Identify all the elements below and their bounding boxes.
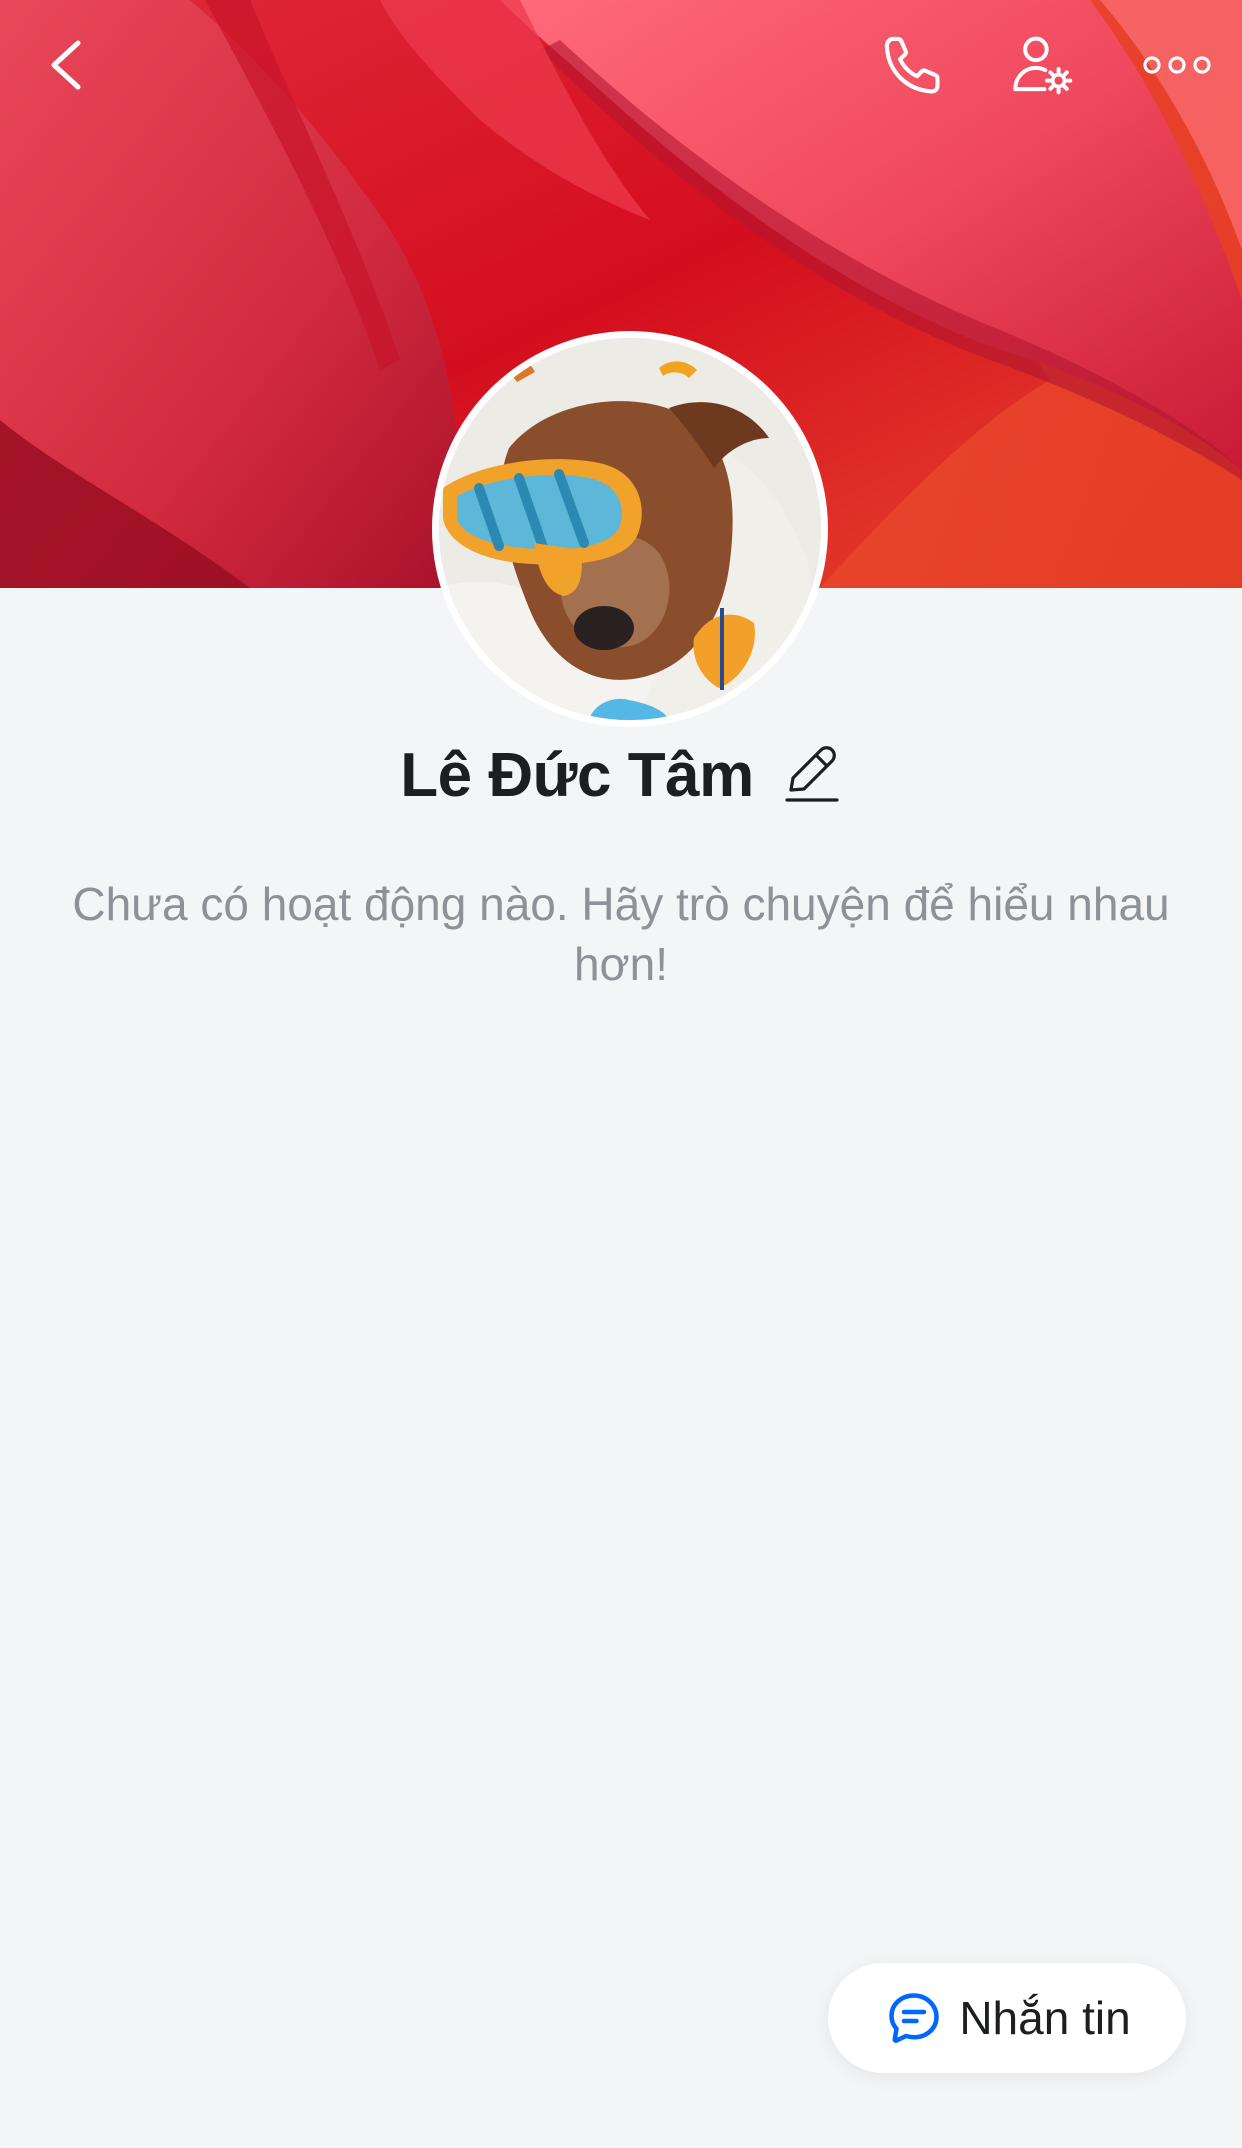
more-button[interactable] — [1132, 20, 1222, 110]
profile-name-row: Lê Đức Tâm — [0, 735, 1242, 815]
empty-activity-message: Chưa có hoạt động nào. Hãy trò chuyện để… — [72, 878, 1170, 990]
friend-settings-button[interactable] — [998, 20, 1088, 110]
phone-icon — [884, 36, 940, 94]
user-gear-icon — [1013, 36, 1073, 95]
avatar[interactable] — [432, 331, 828, 727]
profile-name: Lê Đức Tâm — [400, 740, 754, 810]
chat-bubble-icon — [883, 1988, 945, 2048]
message-button-label: Nhắn tin — [959, 1992, 1131, 2044]
chevron-left-icon — [51, 40, 81, 90]
profile-page: Lê Đức Tâm Chưa có hoạt động nào. Hãy tr… — [0, 0, 1242, 2148]
pencil-icon — [785, 746, 839, 802]
message-button[interactable]: Nhắn tin — [828, 1963, 1186, 2073]
edit-name-button[interactable] — [782, 742, 842, 808]
more-dots-icon — [1143, 56, 1211, 74]
avatar-image — [439, 338, 821, 720]
call-button[interactable] — [868, 20, 958, 110]
back-button[interactable] — [22, 20, 112, 110]
dog-with-goggles-image — [439, 338, 821, 720]
